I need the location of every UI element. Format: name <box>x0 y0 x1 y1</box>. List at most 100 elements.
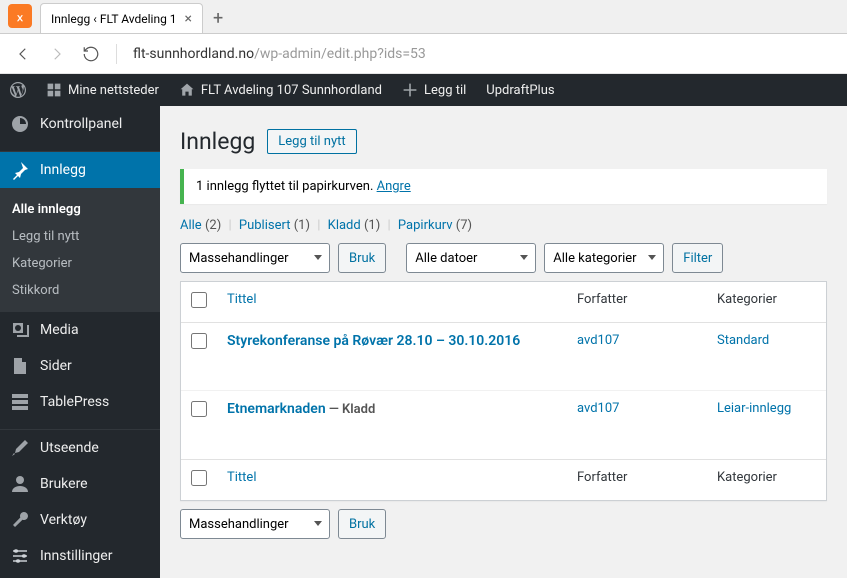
forward-button[interactable] <box>48 45 66 63</box>
sidebar-pages-label: Sider <box>40 358 72 374</box>
category-filter-select[interactable]: Alle kategorier <box>544 243 664 273</box>
undo-link[interactable]: Angre <box>377 179 411 194</box>
sidebar-item-users[interactable]: Brukere <box>0 466 160 502</box>
current-arrow-icon <box>160 162 168 178</box>
filter-published[interactable]: Publisert <box>239 218 291 233</box>
row-checkbox[interactable] <box>191 401 207 417</box>
user-icon <box>10 474 30 494</box>
url-display[interactable]: flt-sunnhordland.no/wp-admin/edit.php?id… <box>133 46 426 62</box>
bulk-actions-select-bottom[interactable]: Massehandlinger <box>180 509 330 539</box>
new-tab-button[interactable]: + <box>203 3 233 33</box>
table-row: Etnemarknaden — Kladd avd107 Leiar-innle… <box>181 391 826 459</box>
my-sites[interactable]: Mine nettsteder <box>36 74 169 106</box>
wp-logo[interactable] <box>0 74 36 106</box>
separator <box>116 44 117 64</box>
url-path: /wp-admin/edit.php?ids=53 <box>254 46 426 62</box>
sidebar-tablepress-label: TablePress <box>40 394 109 410</box>
col-title-sort[interactable]: Tittel <box>227 292 256 307</box>
subitem-categories[interactable]: Kategorier <box>0 250 160 277</box>
tab-title: Innlegg ‹ FLT Avdeling 1 <box>51 12 177 26</box>
sidebar-item-settings[interactable]: Innstillinger <box>0 538 160 574</box>
date-filter-select[interactable]: Alle datoer <box>406 243 536 273</box>
close-icon[interactable]: × <box>185 11 192 27</box>
bulk-actions-select[interactable]: Massehandlinger <box>180 243 330 273</box>
posts-table: Tittel Forfatter Kategorier Styrekonfera… <box>180 281 827 501</box>
content-area: Innlegg Legg til nytt 1 innlegg flyttet … <box>160 106 847 578</box>
author-link[interactable]: avd107 <box>577 401 619 416</box>
sidebar-submenu-posts: Alle innlegg Legg til nytt Kategorier St… <box>0 188 160 312</box>
site-name[interactable]: FLT Avdeling 107 Sunnhordland <box>169 74 392 106</box>
wrench-icon <box>10 510 30 530</box>
page-heading: Innlegg Legg til nytt <box>180 128 827 155</box>
tablenav-top: Massehandlinger Bruk Alle datoer Alle ka… <box>180 243 827 273</box>
sidebar-item-media[interactable]: Media <box>0 312 160 348</box>
col-author: Forfatter <box>567 282 707 323</box>
separator: | <box>387 218 390 233</box>
my-sites-label: Mine nettsteder <box>68 83 159 98</box>
browser-address-bar: flt-sunnhordland.no/wp-admin/edit.php?id… <box>0 34 847 74</box>
sidebar-item-tablepress[interactable]: TablePress <box>0 384 160 420</box>
sidebar-dashboard-label: Kontrollpanel <box>40 116 122 132</box>
post-title-link[interactable]: Etnemarknaden <box>227 401 326 417</box>
subitem-all-posts[interactable]: Alle innlegg <box>0 196 160 223</box>
select-all-checkbox-bottom[interactable] <box>191 470 207 486</box>
col-title-sort-bottom[interactable]: Tittel <box>227 470 256 485</box>
brush-icon <box>10 438 30 458</box>
sliders-icon <box>10 546 30 566</box>
home-icon <box>179 82 195 98</box>
wordpress-icon <box>10 82 26 98</box>
updraftplus[interactable]: UpdraftPlus <box>476 74 564 106</box>
separator: | <box>317 218 320 233</box>
category-link[interactable]: Standard <box>717 333 769 348</box>
sidebar-item-dashboard[interactable]: Kontrollpanel <box>0 106 160 142</box>
sidebar-item-pages[interactable]: Sider <box>0 348 160 384</box>
filter-all[interactable]: Alle <box>180 218 202 233</box>
apply-button[interactable]: Bruk <box>338 243 386 273</box>
wp-admin-bar: Mine nettsteder FLT Avdeling 107 Sunnhor… <box>0 74 847 106</box>
filter-trash[interactable]: Papirkurv <box>398 218 453 233</box>
updraftplus-label: UpdraftPlus <box>486 83 554 98</box>
xampp-icon: ｘ <box>8 4 32 28</box>
filter-all-count: (2) <box>205 218 221 233</box>
subitem-add-new[interactable]: Legg til nytt <box>0 223 160 250</box>
category-link[interactable]: Leiar-innlegg <box>717 401 791 416</box>
apply-button-bottom[interactable]: Bruk <box>338 509 386 539</box>
media-icon <box>10 320 30 340</box>
post-state: — Kladd <box>326 402 376 417</box>
pin-icon <box>10 160 30 180</box>
page-title: Innlegg <box>180 128 255 155</box>
back-button[interactable] <box>14 45 32 63</box>
separator: | <box>228 218 231 233</box>
refresh-button[interactable] <box>82 45 100 63</box>
row-checkbox[interactable] <box>191 333 207 349</box>
post-title-link[interactable]: Styrekonferanse på Røvær 28.10 – 30.10.2… <box>227 333 520 349</box>
table-row: Styrekonferanse på Røvær 28.10 – 30.10.2… <box>181 323 826 391</box>
col-categories: Kategorier <box>707 282 826 323</box>
url-domain: flt-sunnhordland.no <box>133 46 254 62</box>
filter-published-count: (1) <box>294 218 310 233</box>
new-content[interactable]: Legg til <box>392 74 476 106</box>
site-name-label: FLT Avdeling 107 Sunnhordland <box>201 83 382 98</box>
tablenav-bottom: Massehandlinger Bruk <box>180 509 827 539</box>
sidebar-tools-label: Verktøy <box>40 512 87 528</box>
select-all-checkbox[interactable] <box>191 292 207 308</box>
notice-success: 1 innlegg flyttet til papirkurven. Angre <box>180 169 827 204</box>
filter-button[interactable]: Filter <box>672 243 723 273</box>
admin-sidebar: Kontrollpanel Innlegg Alle innlegg Legg … <box>0 106 160 578</box>
filter-draft-count: (1) <box>364 218 380 233</box>
sidebar-posts-label: Innlegg <box>40 162 86 178</box>
subitem-tags[interactable]: Stikkord <box>0 277 160 304</box>
browser-tab-active[interactable]: Innlegg ‹ FLT Avdeling 1 × <box>40 3 203 33</box>
author-link[interactable]: avd107 <box>577 333 619 348</box>
add-new-button[interactable]: Legg til nytt <box>267 129 356 154</box>
sidebar-item-posts[interactable]: Innlegg <box>0 152 160 188</box>
status-filters: Alle (2) | Publisert (1) | Kladd (1) | P… <box>180 218 827 233</box>
page-icon <box>10 356 30 376</box>
sidebar-item-appearance[interactable]: Utseende <box>0 430 160 466</box>
sidebar-users-label: Brukere <box>40 476 88 492</box>
filter-trash-count: (7) <box>456 218 472 233</box>
filter-draft[interactable]: Kladd <box>328 218 361 233</box>
sidebar-media-label: Media <box>40 322 79 338</box>
sidebar-settings-label: Innstillinger <box>40 548 112 564</box>
sidebar-item-tools[interactable]: Verktøy <box>0 502 160 538</box>
